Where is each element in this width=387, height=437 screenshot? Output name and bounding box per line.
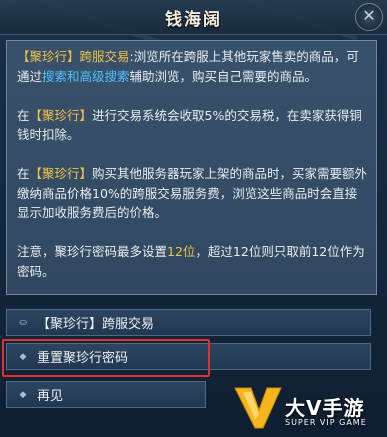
option-label: 【聚珍行】跨服交易 bbox=[37, 317, 155, 332]
description-panel: 【聚珍行】跨服交易:浏览所在跨服上其他玩家售卖的商品，可通过搜索和高级搜索辅助浏… bbox=[6, 40, 377, 295]
option-label: 再见 bbox=[37, 389, 64, 404]
npc-name-title: 钱海阔 bbox=[165, 9, 222, 30]
watermark-logo: 大V手游 SUPER VIP GAME bbox=[233, 382, 383, 434]
paragraph-password-note: 注意，聚珍行密码最多设置12位，超过12位则只取前12位作为密码。 bbox=[17, 242, 368, 281]
feature-tag: 【聚珍行】跨服交易 bbox=[17, 49, 130, 64]
paragraph-service-fee: 在【聚珍行】购买其他服务器玩家上架的商品时，买家需要额外缴纳商品价格10%的跨服… bbox=[17, 164, 368, 223]
search-link[interactable]: 搜索和高级搜索 bbox=[42, 69, 130, 84]
paragraph-tax: 在【聚珍行】进行交易系统会收取5%的交易税，在卖家获得铜钱时扣除。 bbox=[17, 106, 368, 145]
v-logo-icon bbox=[234, 387, 282, 429]
title-bar: 钱海阔 ✕ bbox=[0, 0, 387, 35]
close-icon: ✕ bbox=[362, 6, 376, 25]
paragraph-text: 在 bbox=[17, 107, 30, 123]
diamond-icon: ◆ bbox=[19, 389, 27, 400]
paragraph-text: 在 bbox=[17, 166, 30, 181]
paragraph-text: 辅助浏览，购买自己需要的商品。 bbox=[129, 68, 318, 84]
password-length-highlight: 12位 bbox=[167, 244, 196, 259]
watermark-brand: 大V手游 bbox=[285, 396, 365, 420]
coins-icon: ⛀ bbox=[19, 317, 27, 328]
watermark-subtitle: SUPER VIP GAME bbox=[285, 418, 367, 427]
feature-tag: 【聚珍行】 bbox=[29, 166, 93, 181]
dialog-window: 钱海阔 ✕ 【聚珍行】跨服交易:浏览所在跨服上其他玩家售卖的商品，可通过搜索和高… bbox=[0, 0, 387, 437]
paragraph-text: 注意，聚珍行密码最多设置 bbox=[17, 244, 168, 259]
option-goodbye[interactable]: ◆ 再见 bbox=[6, 381, 206, 408]
paragraph-intro: 【聚珍行】跨服交易:浏览所在跨服上其他玩家售卖的商品，可通过搜索和高级搜索辅助浏… bbox=[17, 47, 368, 86]
feature-tag: 【聚珍行】 bbox=[29, 107, 93, 123]
highlight-box bbox=[2, 339, 210, 377]
close-button[interactable]: ✕ bbox=[355, 3, 383, 31]
option-cross-server-trade[interactable]: ⛀ 【聚珍行】跨服交易 bbox=[6, 309, 371, 336]
